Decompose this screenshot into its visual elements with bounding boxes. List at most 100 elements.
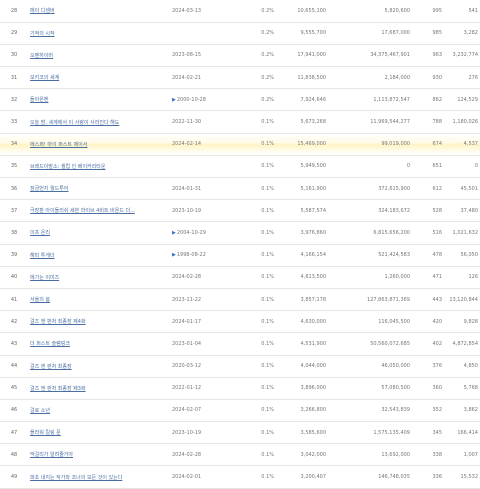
audience-cell: 5,949,500	[300, 163, 326, 170]
release-date: 2023-08-15	[172, 52, 202, 59]
table-row[interactable]: 39 해피 투게더 ▶1998-08-22 0.1% 4,166,154 521,424,…	[0, 244, 480, 267]
movie-title-link[interactable]: 이프 온리	[30, 230, 50, 236]
release-date: 2004-10-29	[176, 229, 206, 236]
release-date: 2024-02-21	[172, 74, 202, 81]
rank-cell: 39	[10, 252, 18, 259]
movie-title-link[interactable]: 서울의 봄	[30, 297, 50, 303]
table-row[interactable]: 30 오펜하이머 2023-08-15 0.2% 17,941,000 34,375,46…	[0, 44, 480, 67]
share-cell: 0.1%	[261, 385, 274, 392]
movie-title-link[interactable]: 더 퍼스트 슬램덩크	[30, 341, 70, 347]
title-cell: 걸로 소년	[28, 399, 170, 421]
release-date-cell: 2024-02-07	[170, 399, 242, 421]
table-row[interactable]: 34 에스퍼! 마이 퍼스트 제이서 2024-02-14 0.1% 15,469,00…	[0, 133, 480, 156]
screens-cell: 651	[432, 163, 442, 170]
table-row[interactable]: 41 서울의 봄 2023-11-22 0.1% 3,857,178 127,863,87…	[0, 288, 480, 311]
sales-cell: 2,184,000	[384, 74, 410, 81]
release-date-cell: 2024-03-13	[170, 0, 242, 22]
rerelease-marker-icon: ▶	[172, 96, 176, 103]
rank-cell: 41	[10, 296, 18, 303]
share-cell: 0.1%	[261, 185, 274, 192]
movie-title-link[interactable]: 모키코의 세계	[30, 75, 59, 81]
box-office-table: 28 메이 디셈버 2024-03-13 0.2% 10,655,100 5,820,60…	[0, 0, 480, 489]
screens-cell: 516	[432, 229, 442, 236]
share-cell: 0.1%	[261, 163, 274, 170]
movie-title-link[interactable]: 메이 디셈버	[30, 8, 55, 14]
movie-title-link[interactable]: 잠금번지 월드투어	[30, 186, 68, 192]
share-cell: 0.1%	[261, 363, 274, 370]
rank-cell: 32	[10, 96, 18, 103]
table-row[interactable]: 44 걸즈 앤 판처 최종장 2020-03-12 0.1% 4,044,000 46,0…	[0, 355, 480, 378]
table-row[interactable]: 31 모키코의 세계 2024-02-21 0.2% 11,838,500 2,184,0…	[0, 67, 480, 89]
table-row[interactable]: 42 걸즈 앤 판처 최종장 제4화 2024-01-17 0.1% 4,630,000…	[0, 311, 480, 333]
movie-title-link[interactable]: 해피 투게더	[30, 253, 55, 259]
share-cell: 0.1%	[261, 407, 274, 414]
shows-cell: 4,850	[463, 363, 478, 370]
table-row[interactable]: 46 걸로 소년 2024-02-07 0.1% 3,266,800 32,543,839…	[0, 399, 480, 422]
rank-cell: 38	[10, 229, 18, 236]
table-row[interactable]: 40 에기는 이미즈 2024-02-28 0.1% 4,613,500 1,260,00…	[0, 266, 480, 289]
screens-cell: 360	[432, 385, 442, 392]
share-cell: 0.1%	[261, 296, 274, 303]
shows-cell: 1,180,026	[452, 119, 478, 126]
movie-title-link[interactable]: 걸로 소년	[30, 408, 50, 414]
sales-cell: 1,575,135,409	[373, 429, 410, 436]
audience-cell: 11,838,500	[297, 74, 326, 81]
sales-cell: 0	[406, 163, 410, 170]
movie-title-link[interactable]: 돌아온멘	[30, 97, 48, 103]
shows-cell: 5,768	[463, 385, 478, 392]
rank-cell: 37	[10, 207, 18, 214]
title-cell: 오펜하이머	[28, 44, 170, 66]
table-row[interactable]: 32 돌아온멘 ▶2000-10-28 0.2% 7,924,646 1,113,872,…	[0, 89, 480, 111]
title-cell: 더 퍼스트 슬램덩크	[28, 333, 170, 355]
table-row[interactable]: 36 잠금번지 월드투어 2024-01-31 0.1% 5,161,900 372,61…	[0, 178, 480, 200]
audience-cell: 3,585,600	[300, 429, 326, 436]
share-cell: 0.1%	[261, 141, 274, 148]
movie-title-link[interactable]: 걸즈 앤 판처 최종장	[30, 364, 72, 370]
movie-title-link[interactable]: 걸즈 앤 판처 최종장 제3화	[30, 386, 86, 392]
movie-title-link[interactable]: 오늘 밤, 세계에서 이 사랑이 사라진다 해도	[30, 120, 119, 126]
sales-cell: 1,260,000	[384, 274, 410, 281]
title-cell: 돌아온멘	[28, 89, 170, 111]
table-row[interactable]: 38 이프 온리 ▶2004-10-29 0.1% 3,976,860 6,815,656…	[0, 222, 480, 245]
release-date-cell: 2023-01-04	[170, 333, 242, 355]
movie-title-link[interactable]: 기적의 시작	[30, 31, 55, 37]
share-cell: 0.1%	[261, 429, 274, 436]
sales-cell: 50,560,072,685	[370, 340, 410, 347]
share-cell: 0.1%	[261, 252, 274, 259]
movie-title-link[interactable]: 극장판 아이돌리쉬 세븐 라이브 4비트 비욘드 더...	[30, 208, 135, 214]
share-cell: 0.1%	[261, 318, 274, 325]
audience-cell: 5,587,574	[300, 207, 326, 214]
screens-cell: 471	[432, 274, 442, 281]
sales-cell: 13,692,000	[381, 451, 410, 458]
table-row[interactable]: 45 걸즈 앤 판처 최종장 제3화 2022-01-12 0.1% 3,896,000…	[0, 377, 480, 400]
table-row[interactable]: 33 오늘 밤, 세계에서 이 사랑이 사라진다 해도 2022-11-30 0.1%…	[0, 111, 480, 134]
rank-cell: 45	[10, 385, 18, 392]
sales-cell: 99,019,000	[381, 141, 410, 148]
movie-title-link[interactable]: 에기는 이미즈	[30, 275, 59, 281]
table-row[interactable]: 43 더 퍼스트 슬램덩크 2023-01-04 0.1% 4,531,900 50,56…	[0, 333, 480, 355]
table-row[interactable]: 28 메이 디셈버 2024-03-13 0.2% 10,655,100 5,820,60…	[0, 0, 480, 23]
shows-cell: 3,232,774	[452, 52, 478, 59]
screens-cell: 674	[432, 141, 442, 148]
table-row[interactable]: 49 파초 내지는 작가와 조너의 모든 것이 있는다 2024-02-01 0.1%…	[0, 466, 480, 489]
table-row[interactable]: 29 기적의 시작 0.2% 9,555,700 17,687,000 985 3,282	[0, 22, 480, 45]
table-row[interactable]: 37 극장판 아이돌리쉬 세븐 라이브 4비트 비욘드 더... 2023-10-1…	[0, 200, 480, 222]
release-date: 2023-01-04	[172, 340, 202, 347]
movie-title-link[interactable]: 걸즈 앤 판처 최종장 제4화	[30, 319, 86, 325]
movie-title-link[interactable]: 에스퍼! 마이 퍼스트 제이서	[30, 142, 87, 148]
release-date: 2024-02-01	[172, 474, 202, 481]
title-cell: 에기는 이미즈	[28, 266, 170, 288]
share-cell: 0.1%	[261, 474, 274, 481]
release-date-cell: ▶1998-08-22	[170, 244, 242, 266]
screens-cell: 336	[432, 474, 442, 481]
rank-cell: 48	[10, 451, 18, 458]
movie-title-link[interactable]: 플라워 킬링 문	[30, 430, 61, 436]
table-row[interactable]: 48 막걸리가 알려줄거야 2024-02-28 0.1% 3,042,000 13,69…	[0, 444, 480, 466]
table-row[interactable]: 35 브레드이발소: 셀럽 인 베이커리타운 0.1% 5,949,500 0 651 0	[0, 155, 480, 178]
movie-title-link[interactable]: 파초 내지는 작가와 조너의 모든 것이 있는다	[30, 475, 122, 481]
movie-title-link[interactable]: 막걸리가 알려줄거야	[30, 452, 73, 458]
table-row[interactable]: 47 플라워 킬링 문 2023-10-19 0.1% 3,585,600 1,575,1…	[0, 422, 480, 444]
movie-title-link[interactable]: 브레드이발소: 셀럽 인 베이커리타운	[30, 164, 105, 170]
audience-cell: 3,042,000	[300, 451, 326, 458]
movie-title-link[interactable]: 오펜하이머	[30, 53, 53, 59]
